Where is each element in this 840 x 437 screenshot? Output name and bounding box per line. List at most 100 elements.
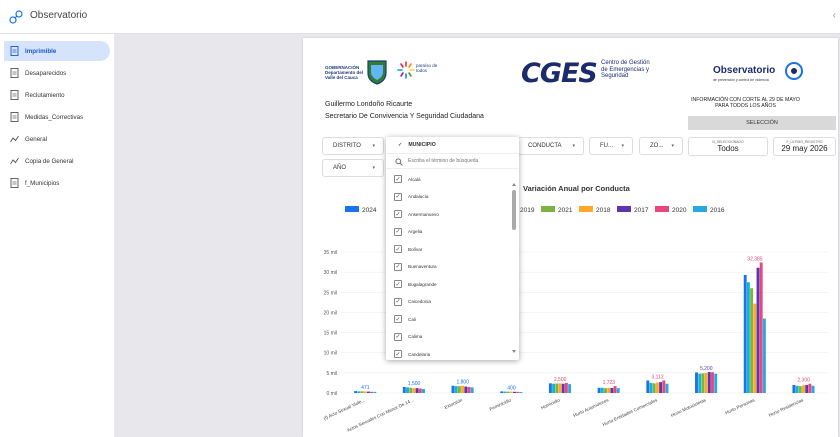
option-label: Cali <box>408 316 416 322</box>
sidebar-item-reclutamiento[interactable]: Reclutamiento <box>4 85 110 105</box>
sidebar-item-f-municipios[interactable]: f_Municipios <box>4 173 110 193</box>
document-icon <box>10 68 19 78</box>
checkbox-checked-icon[interactable]: ✓ <box>394 332 402 341</box>
bar <box>555 383 559 393</box>
caret-down-icon: ▾ <box>572 143 575 149</box>
option-label: Buenaventura <box>408 264 437 269</box>
y-tick-label: 30 mil <box>324 270 337 276</box>
checkbox-checked-icon[interactable]: ✓ <box>394 227 402 236</box>
bar <box>597 387 601 393</box>
kpi-value: 29 may 2026 <box>781 144 828 153</box>
bar <box>798 386 802 393</box>
bar <box>607 387 611 393</box>
sidebar-item-label: General <box>25 135 48 143</box>
bar <box>792 384 796 393</box>
data-label: 1,723 <box>603 380 616 386</box>
bar <box>604 388 607 393</box>
checkbox-checked-icon[interactable]: ✓ <box>394 262 402 271</box>
checkbox-checked-icon[interactable]: ✓ <box>394 245 402 253</box>
data-label: 400 <box>507 385 516 391</box>
y-tick-label: 10 mil <box>324 351 337 357</box>
dropdown-option[interactable]: ✓ Alcalá <box>394 173 506 185</box>
filter-ano[interactable]: AÑO ▾ <box>322 159 384 177</box>
dropdown-option[interactable]: ✓ Andalucía <box>394 191 506 203</box>
checkbox-checked-icon[interactable]: ✓ <box>394 297 402 306</box>
bar <box>506 391 510 393</box>
dropdown-option[interactable]: ✓ Argelia <box>394 226 506 238</box>
filter-zo[interactable]: ZO... ▾ <box>639 137 683 155</box>
checkbox-checked-icon[interactable]: ✓ <box>394 175 402 183</box>
checkbox-checked-icon[interactable]: ✓ <box>394 192 402 201</box>
dropdown-header[interactable]: ✓ MUNICIPIO <box>386 137 519 152</box>
legend-label: 2016 <box>710 207 725 214</box>
document-icon <box>10 46 19 56</box>
kpi-last-record: F_ÚLTIMO_REGISTRO 29 may 2026 <box>773 137 836 156</box>
x-tick-label: Homicidio <box>540 397 561 410</box>
bar <box>354 391 358 393</box>
bar <box>805 384 809 393</box>
option-label: Andalucía <box>408 194 429 199</box>
dropdown-option[interactable]: ✓ Ansermanuevo <box>394 208 506 220</box>
data-label: 1,800 <box>456 380 469 386</box>
gobernacion-logo: GOBERNACIÓN Departamento del Valle del C… <box>325 65 364 80</box>
caret-down-icon: ▾ <box>671 143 674 149</box>
dropdown-search[interactable] <box>386 153 519 169</box>
checkbox-checked-icon[interactable]: ✓ <box>394 210 402 218</box>
dropdown-option[interactable]: ✓ Calima <box>394 331 506 343</box>
y-tick-label: 5 mil <box>326 371 337 377</box>
bar <box>704 372 708 393</box>
bar <box>711 372 714 393</box>
caret-down-icon: ▾ <box>372 143 375 149</box>
filter-conducta[interactable]: CONDUCTA ▾ <box>517 137 584 155</box>
document-icon <box>10 178 19 188</box>
bar <box>363 391 367 393</box>
filter-label: DISTRITO <box>333 143 361 149</box>
bar <box>402 386 406 393</box>
sidebar-item-medidas-correctivas[interactable]: Medidas_Correctivas <box>4 107 110 127</box>
scrollbar-thumb[interactable] <box>512 190 516 230</box>
cges-logo: CGES <box>521 58 598 89</box>
bar <box>409 387 413 393</box>
app-header: Observatorio ‹ <box>0 0 840 34</box>
sidebar-item-imprimible[interactable]: Imprimible <box>4 41 110 61</box>
bar <box>698 373 702 393</box>
cges-subtitle: Centro de Gestión de Emergencias y Segur… <box>601 60 650 79</box>
dropdown-option[interactable]: ✓ Candelaria <box>394 348 506 360</box>
bar <box>802 385 805 393</box>
checkbox-checked-icon[interactable]: ✓ <box>394 315 402 323</box>
kpi-selected: N_SELECCIONADO Todos <box>688 137 768 156</box>
legend-swatch <box>693 206 707 212</box>
sidebar-item-copia-de-general[interactable]: Copia de General <box>4 151 110 171</box>
y-tick-label: 20 mil <box>324 310 337 316</box>
sidebar-item-label: f_Municipios <box>25 179 60 187</box>
secretary-role: Secretario De Convivencia Y Seguridad Ci… <box>325 113 484 120</box>
bar <box>412 388 416 393</box>
legend-label: 2017 <box>634 207 649 214</box>
observatorio-logo: Observatorio <box>713 65 776 76</box>
filter-distrito[interactable]: DISTRITO ▾ <box>322 137 384 155</box>
checkbox-checked-icon[interactable]: ✓ <box>394 280 402 288</box>
filter-fu[interactable]: FU... ▾ <box>589 137 633 155</box>
collapse-icon[interactable]: ‹ <box>833 10 836 21</box>
dropdown-option[interactable]: ✓ Buenaventura <box>394 261 506 273</box>
option-label: Bugalagrande <box>408 281 437 287</box>
sidebar-item-desaparecidos[interactable]: Desaparecidos <box>4 63 110 83</box>
valle-shield-icon <box>367 60 387 85</box>
search-input[interactable] <box>408 158 508 164</box>
bar <box>714 373 718 393</box>
x-tick-label: Extorsión <box>444 397 464 410</box>
selection-header: SELECCIÓN <box>688 116 836 130</box>
legend-swatch <box>617 206 631 212</box>
legend-label: 2019 <box>520 207 535 214</box>
municipio-dropdown[interactable]: ✓ MUNICIPIO ✓ Alcalá ✓ Andalucía ✓ Ansermanue… <box>386 137 519 360</box>
dropdown-option[interactable]: ✓ Caicedonia <box>394 296 506 308</box>
checkbox-checked-icon[interactable]: ✓ <box>394 350 402 358</box>
dropdown-option[interactable]: ✓ Cali <box>394 313 506 325</box>
dropdown-option[interactable]: ✓ Bolívar <box>394 243 506 255</box>
dropdown-option[interactable]: ✓ Bugalagrande <box>394 278 506 290</box>
bar <box>561 383 565 393</box>
filter-label: AÑO <box>333 165 347 171</box>
legend-swatch <box>345 206 359 212</box>
filter-label: CONDUCTA <box>528 143 562 149</box>
sidebar-item-general[interactable]: General <box>4 129 110 149</box>
